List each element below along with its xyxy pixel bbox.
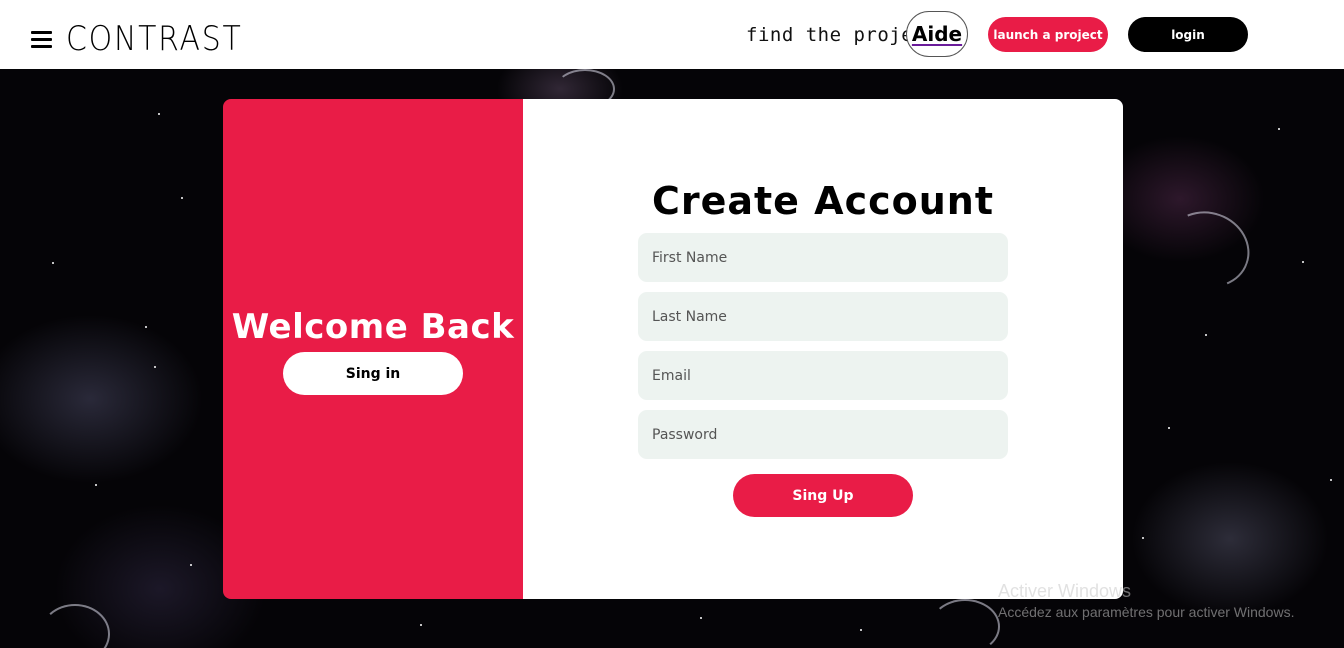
star: [181, 197, 183, 199]
aide-label: Aide: [911, 22, 963, 46]
create-account-title: Create Account: [651, 179, 995, 223]
signup-button[interactable]: Sing Up: [733, 474, 913, 517]
star: [1205, 334, 1207, 336]
star: [700, 617, 702, 619]
email-field[interactable]: [638, 351, 1008, 400]
star: [1142, 537, 1144, 539]
star: [154, 366, 156, 368]
hamburger-menu-icon[interactable]: [31, 31, 52, 49]
bubble: [40, 604, 110, 648]
auth-card: Welcome Back Sing in Create Account Sing…: [223, 99, 1123, 599]
star: [145, 326, 147, 328]
password-field[interactable]: [638, 410, 1008, 459]
first-name-field[interactable]: [638, 233, 1008, 282]
star: [52, 262, 54, 264]
aide-button[interactable]: Aide: [906, 11, 968, 57]
watermark-subtitle: Accédez aux paramètres pour activer Wind…: [998, 604, 1295, 620]
signup-panel: Create Account Sing Up: [523, 99, 1123, 599]
signin-button[interactable]: Sing in: [283, 352, 463, 395]
bubble: [1154, 199, 1261, 300]
last-name-field[interactable]: [638, 292, 1008, 341]
star: [1330, 479, 1332, 481]
star: [1278, 128, 1280, 130]
star: [420, 624, 422, 626]
login-button[interactable]: login: [1128, 17, 1248, 52]
launch-project-button[interactable]: launch a project: [988, 17, 1108, 52]
signin-panel: Welcome Back Sing in: [223, 99, 523, 599]
welcome-title: Welcome Back: [231, 307, 515, 347]
star: [158, 113, 160, 115]
windows-activation-watermark: Activer Windows Accédez aux paramètres p…: [998, 580, 1294, 622]
logo[interactable]: CONTRAST: [66, 20, 242, 58]
star: [190, 564, 192, 566]
star: [1302, 261, 1304, 263]
top-navbar: CONTRAST find the projects Aide launch a…: [0, 0, 1344, 69]
bubble: [930, 599, 1000, 648]
star: [95, 484, 97, 486]
star: [1168, 427, 1170, 429]
star: [860, 629, 862, 631]
watermark-title: Activer Windows: [998, 581, 1132, 601]
